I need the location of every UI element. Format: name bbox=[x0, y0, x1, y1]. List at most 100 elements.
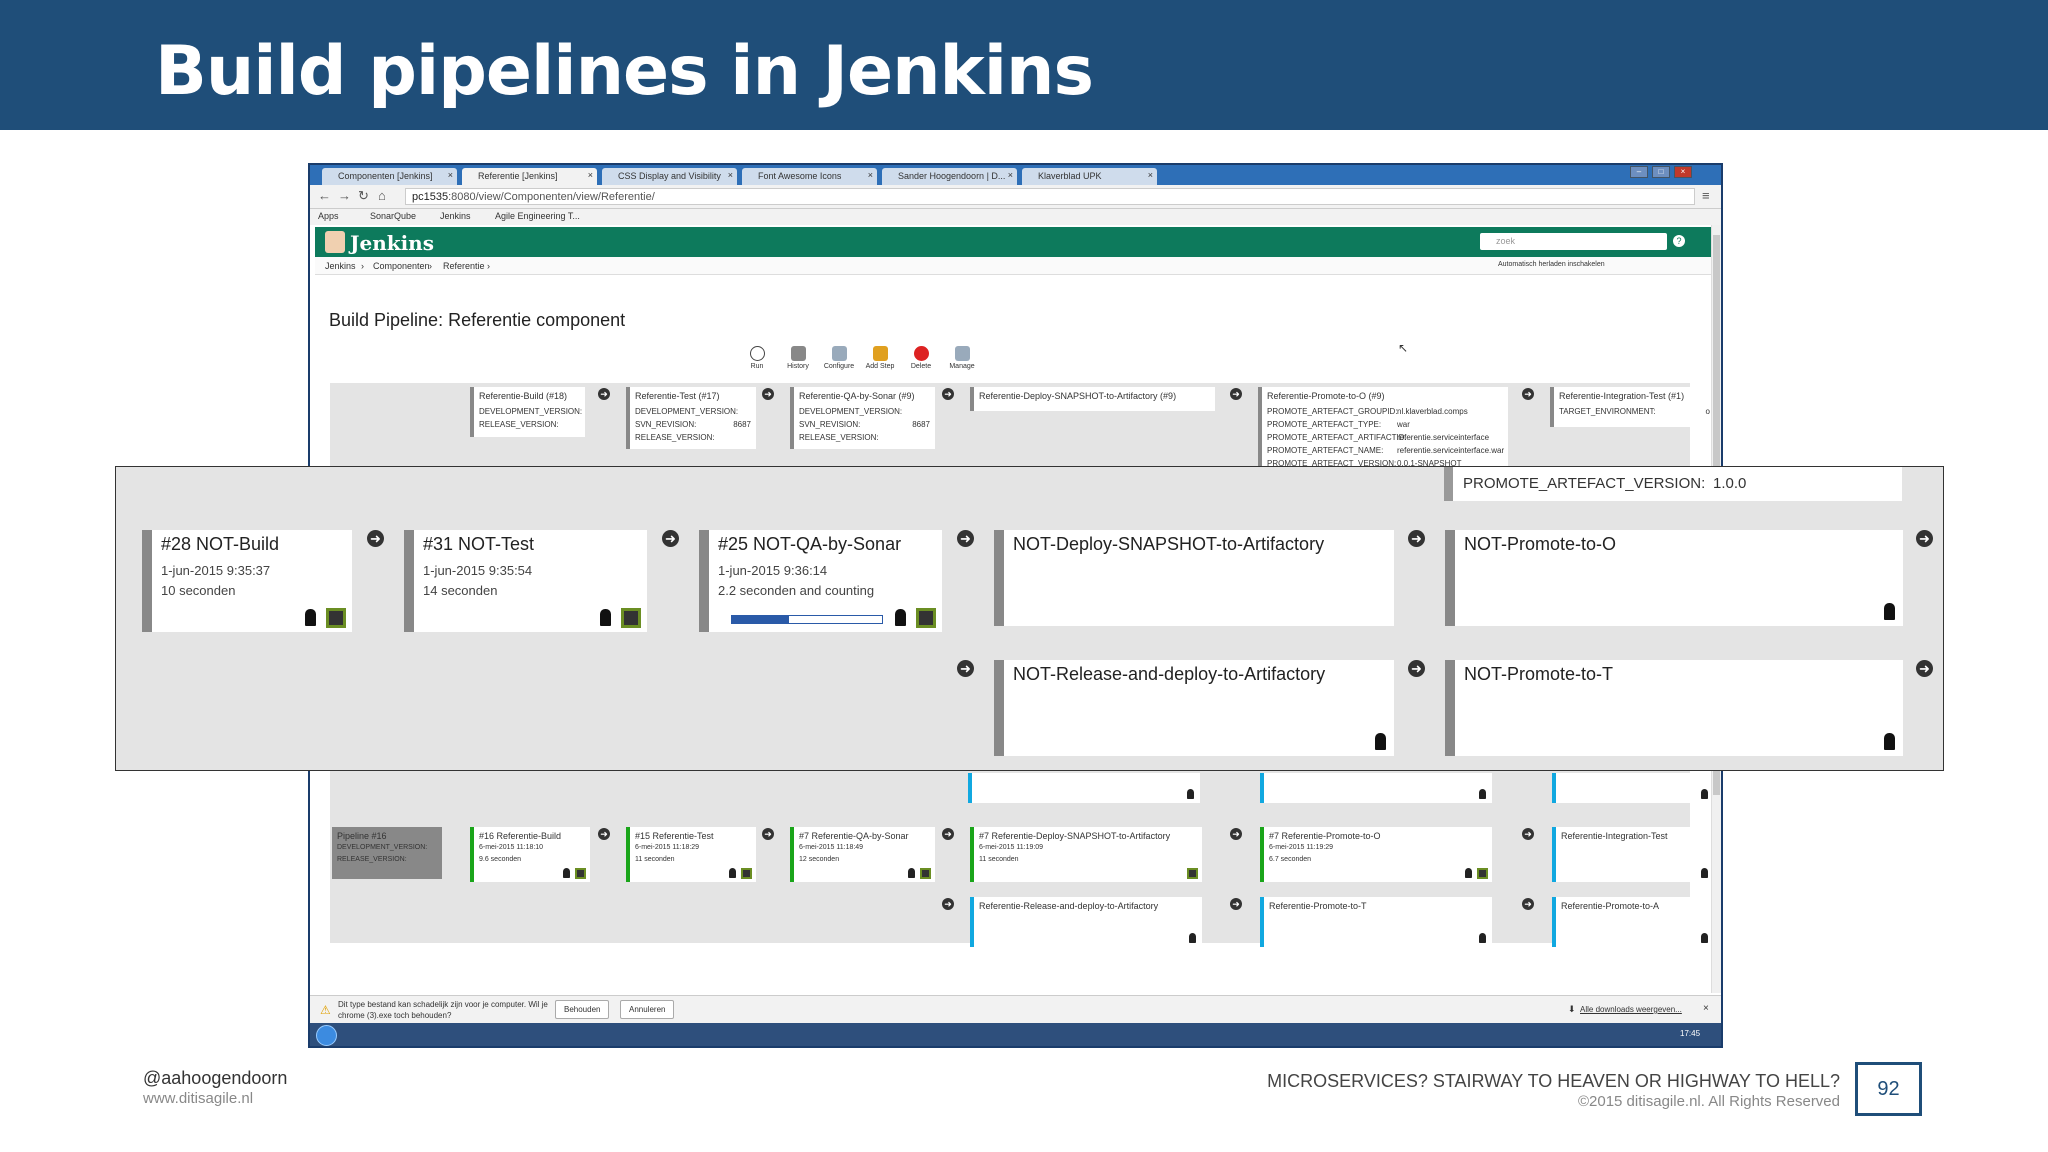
close-window-icon[interactable]: × bbox=[1674, 166, 1692, 178]
close-icon[interactable]: × bbox=[588, 170, 593, 180]
not-qa-card[interactable]: #25 NOT-QA-by-Sonar 1-jun-2015 9:36:14 2.… bbox=[699, 530, 942, 632]
param: PROMOTE_ARTEFACT_GROUPID: bbox=[1267, 407, 1398, 416]
p16-integration-card[interactable]: Referentie-Integration-Test bbox=[1552, 827, 1714, 882]
manage-button[interactable]: Manage bbox=[945, 346, 979, 370]
not-release-card[interactable]: NOT-Release-and-deploy-to-Artifactory bbox=[994, 660, 1394, 756]
arrow-right-icon[interactable]: ➜ bbox=[762, 828, 774, 840]
history-button[interactable]: History bbox=[781, 346, 815, 370]
arrow-right-icon[interactable]: ➜ bbox=[1230, 388, 1242, 400]
console-icon[interactable] bbox=[916, 608, 936, 628]
arrow-right-icon[interactable]: ➜ bbox=[367, 530, 384, 547]
header-job-build[interactable]: Referentie-Build (#18) DEVELOPMENT_VERSIO… bbox=[470, 387, 585, 437]
close-icon[interactable]: × bbox=[728, 170, 733, 180]
cancel-button[interactable]: Annuleren bbox=[620, 1000, 675, 1019]
p16-deploy-card[interactable]: #7 Referentie-Deploy-SNAPSHOT-to-Artifac… bbox=[970, 827, 1202, 882]
not-build-card[interactable]: #28 NOT-Build 1-jun-2015 9:35:37 10 secon… bbox=[142, 530, 352, 632]
header-job-deploy[interactable]: Referentie-Deploy-SNAPSHOT-to-Artifactor… bbox=[970, 387, 1215, 411]
header-job-integration[interactable]: Referentie-Integration-Test (#1) TARGET_E… bbox=[1550, 387, 1715, 427]
close-icon[interactable]: × bbox=[1148, 170, 1153, 180]
arrow-right-icon[interactable]: ➜ bbox=[598, 828, 610, 840]
p16-promote-t-card[interactable]: Referentie-Promote-to-T bbox=[1260, 897, 1492, 947]
minimize-icon[interactable]: – bbox=[1630, 166, 1648, 178]
delete-button[interactable]: Delete bbox=[904, 346, 938, 370]
console-icon[interactable] bbox=[741, 868, 752, 879]
console-icon[interactable] bbox=[621, 608, 641, 628]
bookmark-agile[interactable]: Agile Engineering T... bbox=[495, 211, 580, 221]
console-icon[interactable] bbox=[1477, 868, 1488, 879]
arrow-right-icon[interactable]: ➜ bbox=[598, 388, 610, 400]
forward-icon[interactable]: → bbox=[338, 188, 351, 203]
pipeline-card[interactable] bbox=[1552, 773, 1714, 803]
arrow-right-icon[interactable]: ➜ bbox=[762, 388, 774, 400]
close-icon[interactable]: × bbox=[868, 170, 873, 180]
breadcrumb-jenkins[interactable]: Jenkins bbox=[325, 261, 356, 271]
arrow-right-icon[interactable]: ➜ bbox=[1408, 530, 1425, 547]
pipeline-card[interactable] bbox=[968, 773, 1200, 803]
console-icon[interactable] bbox=[326, 608, 346, 628]
p16-release-card[interactable]: Referentie-Release-and-deploy-to-Artifac… bbox=[970, 897, 1202, 947]
arrow-right-icon[interactable]: ➜ bbox=[957, 660, 974, 677]
close-icon[interactable]: × bbox=[1703, 1003, 1709, 1014]
auto-refresh-link[interactable]: Automatisch herladen inschakelen bbox=[1498, 261, 1605, 268]
bookmark-apps[interactable]: Apps bbox=[318, 211, 339, 221]
arrow-right-icon[interactable]: ➜ bbox=[1230, 828, 1242, 840]
tab-componenten[interactable]: Componenten [Jenkins] × bbox=[322, 168, 457, 185]
reload-icon[interactable]: ↻ bbox=[358, 188, 369, 204]
all-downloads-link[interactable]: Alle downloads weergeven... bbox=[1580, 1005, 1682, 1014]
p16-build-card[interactable]: #16 Referentie-Build 6-mei-2015 11:18:10 9… bbox=[470, 827, 590, 882]
header-job-promote-o[interactable]: Referentie-Promote-to-O (#9) PROMOTE_ART… bbox=[1258, 387, 1508, 477]
home-icon[interactable]: ⌂ bbox=[378, 188, 386, 203]
bookmark-sonarqube[interactable]: SonarQube bbox=[370, 211, 416, 221]
arrow-right-icon[interactable]: ➜ bbox=[1916, 530, 1933, 547]
not-test-card[interactable]: #31 NOT-Test 1-jun-2015 9:35:54 14 second… bbox=[404, 530, 647, 632]
arrow-right-icon[interactable]: ➜ bbox=[942, 898, 954, 910]
menu-icon[interactable]: ≡ bbox=[1702, 188, 1710, 203]
header-job-qa[interactable]: Referentie-QA-by-Sonar (#9) DEVELOPMENT_V… bbox=[790, 387, 935, 449]
url-input[interactable]: pc1535:8080/view/Componenten/view/Refere… bbox=[405, 188, 1695, 205]
tab-css-display[interactable]: CSS Display and Visibility × bbox=[602, 168, 737, 185]
help-icon[interactable]: ? bbox=[1673, 235, 1685, 247]
console-icon[interactable] bbox=[1187, 868, 1198, 879]
not-promote-o-card[interactable]: NOT-Promote-to-O bbox=[1445, 530, 1903, 626]
p16-test-card[interactable]: #15 Referentie-Test 6-mei-2015 11:18:29 11… bbox=[626, 827, 756, 882]
arrow-right-icon[interactable]: ➜ bbox=[942, 388, 954, 400]
configure-button[interactable]: Configure bbox=[822, 346, 856, 370]
arrow-right-icon[interactable]: ➜ bbox=[662, 530, 679, 547]
close-icon[interactable]: × bbox=[1008, 170, 1013, 180]
not-promote-t-card[interactable]: NOT-Promote-to-T bbox=[1445, 660, 1903, 756]
arrow-right-icon[interactable]: ➜ bbox=[1408, 660, 1425, 677]
console-icon[interactable] bbox=[575, 868, 586, 879]
arrow-right-icon[interactable]: ➜ bbox=[1230, 898, 1242, 910]
breadcrumb-referentie[interactable]: Referentie bbox=[443, 261, 485, 271]
back-icon[interactable]: ← bbox=[318, 188, 331, 203]
arrow-right-icon[interactable]: ➜ bbox=[957, 530, 974, 547]
start-button[interactable] bbox=[316, 1025, 337, 1046]
p16-qa-card[interactable]: #7 Referentie-QA-by-Sonar 6-mei-2015 11:1… bbox=[790, 827, 935, 882]
add-step-button[interactable]: Add Step bbox=[863, 346, 897, 370]
tab-font-awesome[interactable]: Font Awesome Icons × bbox=[742, 168, 877, 185]
p16-promote-o-card[interactable]: #7 Referentie-Promote-to-O 6-mei-2015 11:… bbox=[1260, 827, 1492, 882]
arrow-right-icon[interactable]: ➜ bbox=[1522, 828, 1534, 840]
p16-promote-a-card[interactable]: Referentie-Promote-to-A bbox=[1552, 897, 1714, 947]
console-icon[interactable] bbox=[920, 868, 931, 879]
arrow-right-icon[interactable]: ➜ bbox=[1916, 660, 1933, 677]
arrow-right-icon[interactable]: ➜ bbox=[1522, 898, 1534, 910]
jenkins-logo[interactable]: Jenkins bbox=[350, 231, 434, 255]
run-button[interactable]: Run bbox=[740, 346, 774, 370]
tab-klaverblad[interactable]: Klaverblad UPK × bbox=[1022, 168, 1157, 185]
header-job-test[interactable]: Referentie-Test (#17) DEVELOPMENT_VERSION… bbox=[626, 387, 756, 449]
tab-referentie[interactable]: Referentie [Jenkins] × bbox=[462, 168, 597, 185]
bookmark-jenkins[interactable]: Jenkins bbox=[440, 211, 471, 221]
not-deploy-card[interactable]: NOT-Deploy-SNAPSHOT-to-Artifactory bbox=[994, 530, 1394, 626]
arrow-right-icon[interactable]: ➜ bbox=[1522, 388, 1534, 400]
breadcrumb-componenten[interactable]: Componenten bbox=[373, 261, 430, 271]
arrow-right-icon[interactable]: ➜ bbox=[942, 828, 954, 840]
promote-version-box: PROMOTE_ARTEFACT_VERSION: 1.0.0 bbox=[1444, 467, 1902, 501]
keep-button[interactable]: Behouden bbox=[555, 1000, 610, 1019]
job-title: NOT-Deploy-SNAPSHOT-to-Artifactory bbox=[1013, 534, 1325, 554]
maximize-icon[interactable]: □ bbox=[1652, 166, 1670, 178]
close-icon[interactable]: × bbox=[448, 170, 453, 180]
search-input[interactable]: zoek bbox=[1480, 233, 1667, 250]
pipeline-card[interactable] bbox=[1260, 773, 1492, 803]
tab-sander[interactable]: Sander Hoogendoorn | D... × bbox=[882, 168, 1017, 185]
